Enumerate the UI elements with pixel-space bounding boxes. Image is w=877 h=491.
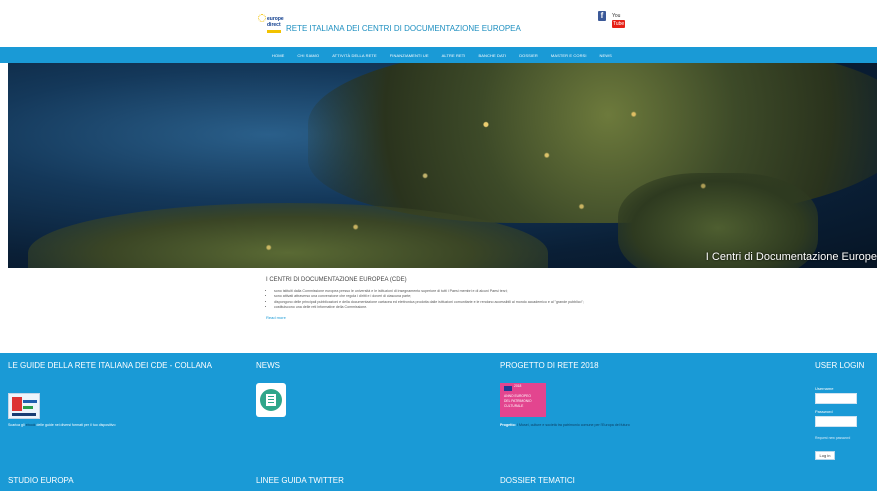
news-document-icon[interactable]: [256, 383, 286, 417]
logo-text-line2: direct: [267, 22, 281, 28]
site-title[interactable]: RETE ITALIANA DEI CENTRI DI DOCUMENTAZIO…: [286, 24, 521, 33]
hero-caption: I Centri di Documentazione Europe: [705, 251, 877, 263]
intro-section: I CENTRI DI DOCUMENTAZIONE EUROPEA (CDE)…: [266, 277, 626, 320]
dossier-title: DOSSIER TEMATICI: [500, 476, 575, 485]
facebook-icon[interactable]: f: [598, 11, 606, 21]
login-button[interactable]: Log in: [815, 451, 835, 460]
list-item: costituiscono una delle reti informative…: [274, 305, 626, 310]
guides-ebook-link[interactable]: ebook: [26, 423, 36, 427]
project-text: Progetto: I Musei, culture e società tra…: [500, 423, 630, 427]
login-title: USER LOGIN: [815, 361, 865, 370]
logo-bar: [267, 30, 281, 33]
cover-block-blue: [23, 400, 37, 403]
password-label: Password: [815, 409, 833, 414]
cover-block-navy: [12, 413, 36, 416]
nav-item-dossier[interactable]: DOSSIER: [519, 53, 538, 58]
nav-item-home[interactable]: HOME: [272, 53, 284, 58]
guides-text: Scarica gli ebook delle guide nei divers…: [8, 423, 115, 427]
project-text-label: Progetto:: [500, 423, 516, 427]
project-poster-image[interactable]: 2018 ANNO EUROPEO DEL PATRIMONIO CULTURA…: [500, 383, 546, 417]
site-header: europe direct RETE ITALIANA DEI CENTRI D…: [0, 0, 877, 47]
guide-cover-image[interactable]: [8, 393, 40, 419]
username-label: Username: [815, 386, 834, 391]
poster-line3: CULTURALE: [504, 404, 524, 408]
nav-item-master-corsi[interactable]: MASTER E CORSI: [551, 53, 587, 58]
cover-block-green: [23, 406, 33, 409]
password-field[interactable]: [815, 416, 857, 427]
poster-year: 2018: [514, 384, 522, 388]
main-nav: HOME CHI SIAMO ATTIVITÀ DELLA RETE FINAN…: [0, 47, 877, 63]
project-title: PROGETTO DI RETE 2018: [500, 361, 599, 370]
youtube-you-text: You: [612, 13, 621, 19]
username-field[interactable]: [815, 393, 857, 404]
nav-item-chi-siamo[interactable]: CHI SIAMO: [297, 53, 319, 58]
hero-image: I Centri di Documentazione Europe: [8, 63, 877, 268]
read-more-link[interactable]: Read more: [266, 315, 626, 320]
hero-city-lights: [8, 63, 877, 268]
intro-title: I CENTRI DI DOCUMENTAZIONE EUROPEA (CDE): [266, 277, 407, 283]
twitter-guidelines-title: LINEE GUIDA TWITTER: [256, 476, 344, 485]
cover-block-red: [12, 397, 22, 411]
request-password-link[interactable]: Request new password: [815, 436, 850, 440]
footer-area: [0, 353, 877, 491]
news-title: NEWS: [256, 361, 280, 370]
guides-text-after: delle guide nei diversi formati per il t…: [36, 423, 116, 427]
nav-item-banche-dati[interactable]: BANCHE DATI: [478, 53, 506, 58]
nav-item-news[interactable]: NEWS: [600, 53, 612, 58]
youtube-tube-text: Tube: [612, 20, 626, 28]
project-text-link[interactable]: I Musei, culture e società tra patrimoni…: [517, 423, 630, 427]
news-icon-doc: [266, 394, 276, 406]
youtube-icon[interactable]: YouTube: [612, 12, 626, 28]
intro-list: sono istituiti dalla Commissione europea…: [266, 289, 626, 310]
eu-stars-icon: [258, 14, 266, 22]
poster-line1: ANNO EUROPEO: [504, 394, 531, 398]
guides-text-before: Scarica gli: [8, 423, 25, 427]
nav-item-finanziamenti[interactable]: FINANZIAMENTI UE: [390, 53, 429, 58]
guides-title: LE GUIDE DELLA RETE ITALIANA DEI CDE - C…: [8, 361, 212, 370]
europe-direct-logo[interactable]: europe direct: [258, 14, 284, 38]
studio-europa-title: STUDIO EUROPA: [8, 476, 74, 485]
poster-line2: DEL PATRIMONIO: [504, 399, 532, 403]
eu-flag-icon: [504, 386, 512, 391]
nav-item-attivita[interactable]: ATTIVITÀ DELLA RETE: [332, 53, 377, 58]
nav-item-altre-reti[interactable]: ALTRE RETI: [442, 53, 466, 58]
